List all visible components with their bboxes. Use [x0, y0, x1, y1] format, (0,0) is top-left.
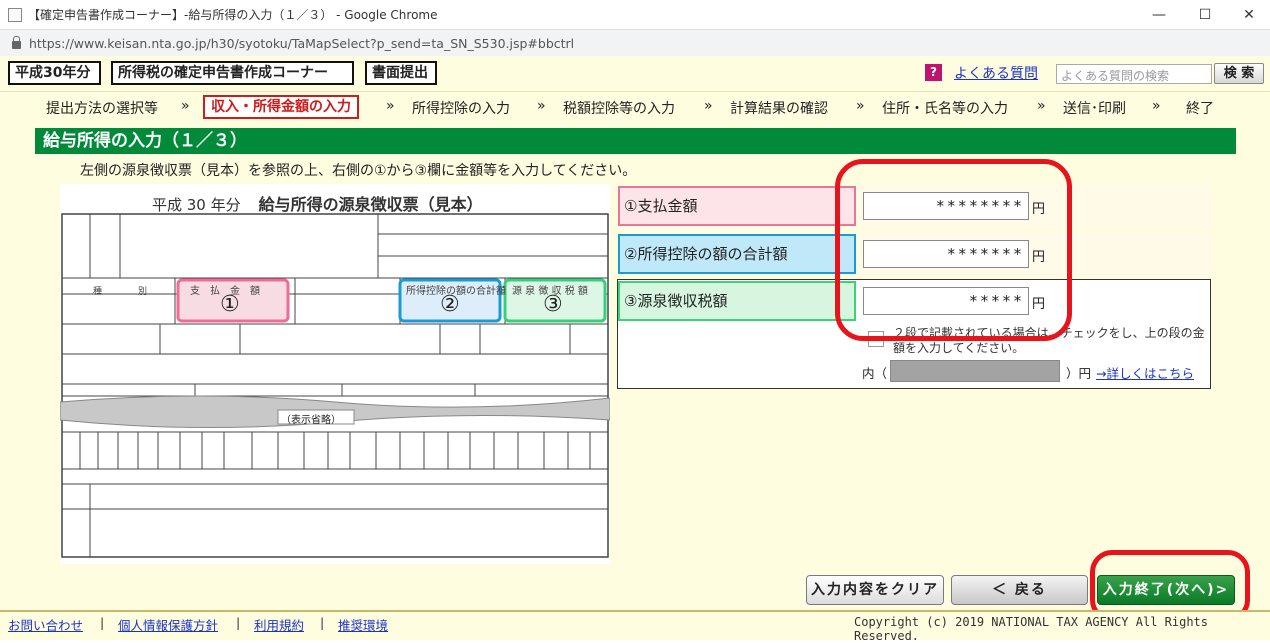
faq-search-input[interactable]: よくある質問の検索	[1056, 64, 1212, 84]
step-arrow: »	[181, 98, 190, 114]
slip-omitted-label: （表示省略）	[281, 415, 341, 426]
footer-link-contact[interactable]: お問い合わせ	[8, 615, 83, 634]
deduction-label-text: 所得控除の額の合計額	[637, 245, 788, 263]
step-send-print: 送信･印刷	[1063, 101, 1126, 117]
page-favicon-icon	[8, 7, 22, 22]
page-content: 平成30年分 所得税の確定申告書作成コーナー 書面提出 ? よくある質問 よくあ…	[0, 56, 1270, 643]
back-button[interactable]: ＜ 戻る	[951, 575, 1088, 605]
url-text[interactable]: https://www.keisan.nta.go.jp/h30/syotoku…	[29, 36, 574, 51]
slip-marker-3: ③	[543, 292, 563, 317]
field-num-1: ①	[624, 197, 638, 215]
section-title: 給与所得の入力（１／３）	[35, 128, 1236, 154]
faq-search-button[interactable]: 検 索	[1214, 63, 1264, 84]
field-row-withholding: ③源泉徴収税額 ***** 円	[617, 279, 1211, 323]
header-bar: 平成30年分 所得税の確定申告書作成コーナー 書面提出 ? よくある質問 よくあ…	[0, 56, 1270, 92]
step-income-active: 収入・所得金額の入力	[203, 95, 359, 119]
two-row-checkbox[interactable]	[868, 331, 884, 347]
step-result: 計算結果の確認	[730, 101, 828, 117]
window-title: 【確定申告書作成コーナー】-給与所得の入力（１／３） - Google Chro…	[28, 8, 438, 22]
slip-heading: 給与所得の源泉徴収票（見本）	[258, 195, 483, 214]
withholding-tax-input[interactable]: *****	[863, 287, 1029, 315]
help-question-icon[interactable]: ?	[925, 64, 942, 81]
step-arrow: »	[1152, 98, 1161, 114]
footer-separator: |	[236, 615, 241, 630]
field-num-3: ③	[624, 292, 638, 310]
field-num-2: ②	[624, 245, 638, 263]
deduction-label: ②所得控除の額の合計額	[618, 234, 856, 274]
browser-title-bar: 【確定申告書作成コーナー】-給与所得の入力（１／３） - Google Chro…	[0, 0, 1270, 30]
corner-title: 所得税の確定申告書作成コーナー	[111, 61, 354, 85]
slip-marker-2: ②	[440, 292, 460, 317]
slip-title: 平成 30 年分 給与所得の源泉徴収票（見本）	[152, 191, 483, 215]
withholding-yen-unit: 円	[1032, 297, 1046, 312]
uchi-prefix: 内（	[862, 366, 888, 381]
lock-icon	[12, 36, 21, 49]
next-button[interactable]: 入力終了(次へ)>	[1097, 575, 1235, 605]
payment-amount-input[interactable]: ********	[863, 192, 1029, 220]
minimize-icon[interactable]: —	[1136, 0, 1182, 30]
payment-label: ①支払金額	[618, 186, 856, 226]
footer-link-terms[interactable]: 利用規約	[254, 615, 304, 634]
footer-link-privacy[interactable]: 個人情報保護方針	[118, 615, 218, 634]
submit-mode-label: 書面提出	[365, 61, 437, 85]
footer-separator: |	[100, 615, 105, 630]
step-arrow: »	[856, 98, 865, 114]
footer: お問い合わせ | 個人情報保護方針 | 利用規約 | 推奨環境 Copyrigh…	[0, 610, 1270, 643]
withholding-label-text: 源泉徴収税額	[637, 292, 728, 310]
faq-link[interactable]: よくある質問	[954, 63, 1038, 83]
slip-marker-1: ①	[220, 292, 240, 317]
details-link[interactable]: →詳しくはこちら	[1096, 363, 1194, 382]
deduction-yen-unit: 円	[1032, 250, 1046, 265]
withholding-slip-sample: 平成 30 年分 給与所得の源泉徴収票（見本） 種 別 支 払 金 額 所得控除の…	[60, 184, 610, 564]
step-arrow: »	[537, 98, 546, 114]
payment-yen-unit: 円	[1032, 202, 1046, 217]
uchi-amount-input[interactable]	[890, 360, 1060, 382]
footer-link-environment[interactable]: 推奨環境	[338, 615, 388, 634]
close-icon[interactable]: ✕	[1226, 0, 1270, 30]
slip-year: 平成 30 年分	[152, 196, 241, 214]
slip-shubetsu: 種 別	[93, 287, 148, 297]
progress-steps: 提出方法の選択等 » 収入・所得金額の入力 » 所得控除の入力 » 税額控除等の…	[0, 94, 1270, 124]
payment-label-text: 支払金額	[637, 197, 698, 215]
copyright-text: Copyright (c) 2019 NATIONAL TAX AGENCY A…	[854, 615, 1209, 643]
field-row-deduction: ②所得控除の額の合計額 ******* 円	[617, 232, 1211, 276]
address-bar[interactable]: https://www.keisan.nta.go.jp/h30/syotoku…	[0, 30, 1270, 56]
deduction-total-input[interactable]: *******	[863, 240, 1029, 268]
slip-form-lines	[60, 213, 610, 558]
withholding-label: ③源泉徴収税額	[618, 281, 856, 321]
step-finish: 終了	[1186, 101, 1214, 117]
step-arrow: »	[1037, 98, 1046, 114]
maximize-icon[interactable]: ☐	[1182, 0, 1228, 30]
step-tax-credit: 税額控除等の入力	[563, 101, 675, 117]
step-submit-method: 提出方法の選択等	[46, 101, 158, 117]
year-label: 平成30年分	[8, 61, 101, 85]
footer-separator: |	[320, 615, 325, 630]
two-row-check-text: ２段で記載されている場合は、チェックをし、上の段の金額を入力してください。	[893, 326, 1205, 355]
field-row-payment: ①支払金額 ******** 円	[617, 184, 1211, 228]
clear-input-button[interactable]: 入力内容をクリア	[806, 575, 944, 605]
step-arrow: »	[386, 98, 395, 114]
instruction-text: 左側の源泉徴収票（見本）を参照の上、右側の①から③欄に金額等を入力してください。	[80, 163, 637, 179]
uchi-suffix: ）円	[1066, 366, 1092, 381]
step-address: 住所・氏名等の入力	[882, 101, 1008, 117]
step-deduction: 所得控除の入力	[412, 101, 510, 117]
step-arrow: »	[704, 98, 713, 114]
